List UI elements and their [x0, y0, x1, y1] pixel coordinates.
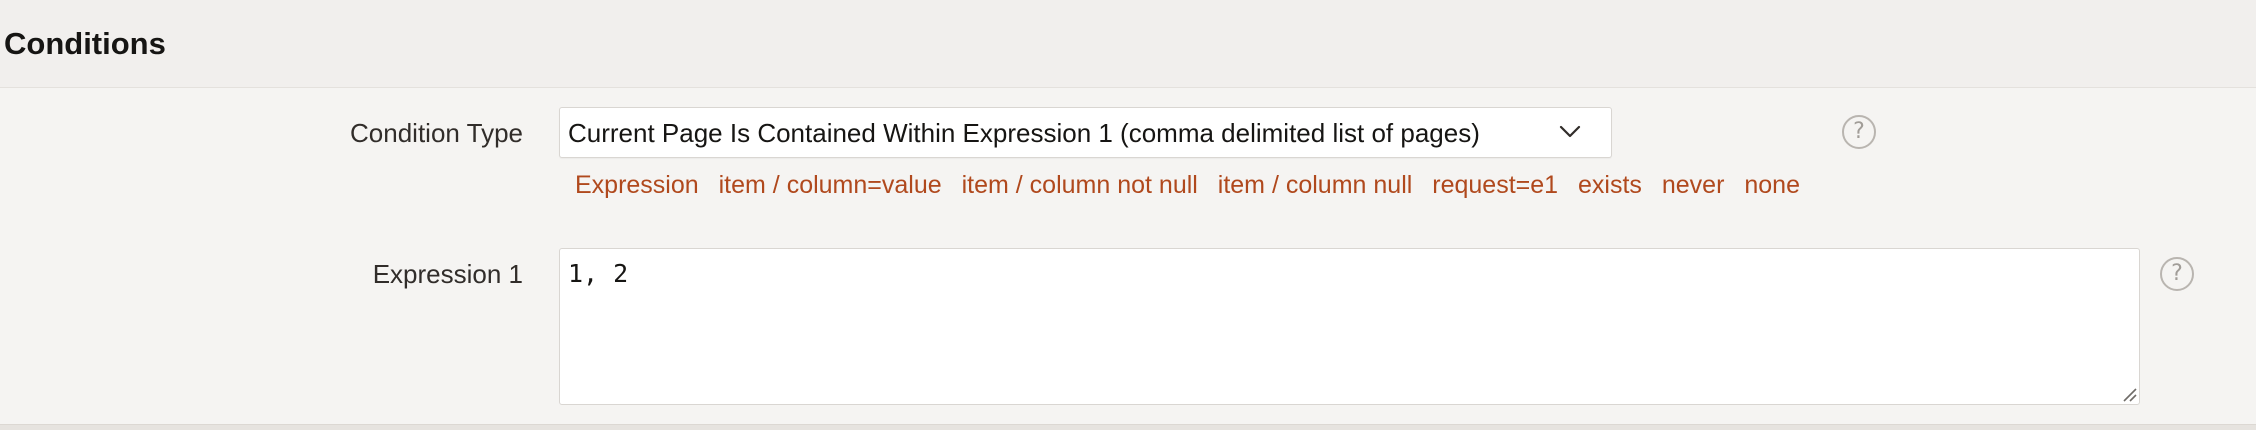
region-title: Conditions [4, 26, 166, 61]
shortcut-item-column-not-null[interactable]: item / column not null [962, 168, 1198, 202]
condition-type-selected-value: Current Page Is Contained Within Express… [568, 118, 1480, 148]
region-header: Conditions [0, 0, 2256, 88]
condition-type-select[interactable]: Current Page Is Contained Within Express… [559, 107, 1612, 158]
shortcut-never[interactable]: never [1662, 168, 1725, 202]
chevron-down-icon [1559, 125, 1581, 138]
shortcut-expression[interactable]: Expression [575, 168, 699, 202]
expression1-label: Expression 1 [372, 259, 523, 289]
shortcut-item-column-value[interactable]: item / column=value [719, 168, 942, 202]
shortcut-none[interactable]: none [1744, 168, 1800, 202]
expression1-help-icon[interactable]: ? [2160, 257, 2194, 291]
resize-handle-icon[interactable] [2121, 386, 2137, 402]
shortcut-request-e1[interactable]: request=e1 [1432, 168, 1558, 202]
condition-type-label: Condition Type [350, 118, 523, 148]
condition-type-help-icon[interactable]: ? [1842, 115, 1876, 149]
shortcut-item-column-null[interactable]: item / column null [1218, 168, 1413, 202]
region-bottom-divider [0, 424, 2256, 430]
condition-shortcut-links: Expression item / column=value item / co… [575, 168, 1813, 202]
shortcut-exists[interactable]: exists [1578, 168, 1642, 202]
expression1-textarea[interactable]: 1, 2 [559, 248, 2140, 405]
expression1-value: 1, 2 [568, 259, 629, 288]
